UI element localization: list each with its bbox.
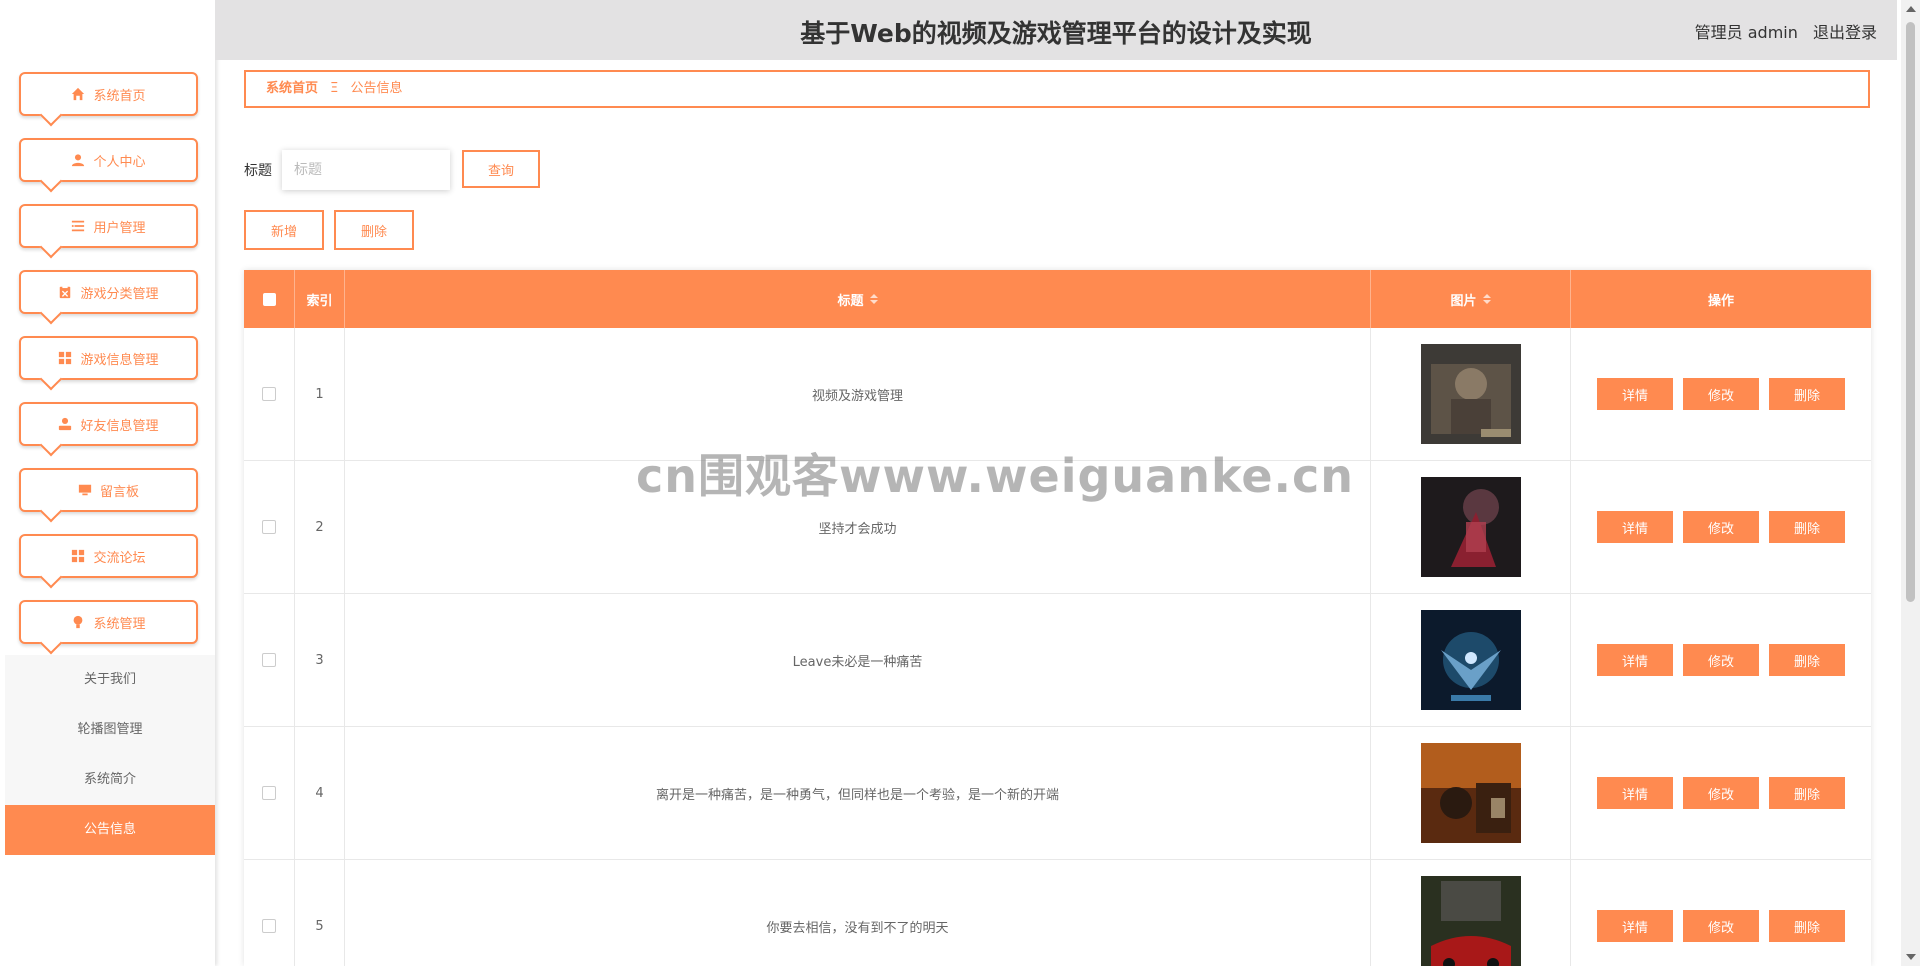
sort-icon[interactable] <box>869 294 878 304</box>
batch-delete-button[interactable]: 删除 <box>334 210 414 250</box>
sidebar-item-label: 游戏信息管理 <box>80 352 159 368</box>
submenu-item-announcements[interactable]: 公告信息 <box>5 805 215 855</box>
logout-link[interactable]: 退出登录 <box>1813 23 1877 42</box>
row-title: Leave未必是一种痛苦 <box>345 594 1371 726</box>
row-thumbnail <box>1420 610 1521 710</box>
search-input[interactable] <box>282 150 450 190</box>
system-submenu: 关于我们 轮播图管理 系统简介 公告信息 <box>5 655 215 855</box>
breadcrumb-current: 公告信息 <box>350 81 403 96</box>
row-checkbox[interactable] <box>262 387 276 401</box>
sidebar-item-message-board[interactable]: 留言板 <box>19 468 198 523</box>
table-row: 5 你要去相信，没有到不了的明天 详情 修改 删除 <box>244 860 1871 966</box>
sidebar-item-personal-center[interactable]: 个人中心 <box>19 138 198 193</box>
query-button[interactable]: 查询 <box>462 150 540 188</box>
table-row: 4 离开是一种痛苦，是一种勇气，但同样也是一个考验，是一个新的开端 详情 修改 … <box>244 727 1871 860</box>
add-button[interactable]: 新增 <box>244 210 324 250</box>
col-ops: 操作 <box>1707 293 1734 309</box>
home-icon <box>72 87 85 101</box>
submenu-item-carousel[interactable]: 轮播图管理 <box>5 705 215 755</box>
user-info: 管理员 admin 退出登录 <box>1685 19 1877 43</box>
row-thumbnail <box>1420 344 1521 444</box>
sidebar-item-user-management[interactable]: 用户管理 <box>19 204 198 259</box>
edit-button[interactable]: 修改 <box>1683 910 1759 942</box>
sidebar-item-label: 留言板 <box>99 484 139 500</box>
announcement-table: 索引 标题 图片 操作 1 视频及游戏管理 详情 修改 删除 2 坚持才会成功 … <box>244 270 1871 966</box>
grid-icon <box>72 549 85 563</box>
detail-button[interactable]: 详情 <box>1597 644 1673 676</box>
row-index: 1 <box>295 328 345 460</box>
page-title: 基于Web的视频及游戏管理平台的设计及实现 <box>800 19 1312 48</box>
detail-button[interactable]: 详情 <box>1597 378 1673 410</box>
scroll-down-icon[interactable] <box>1906 954 1916 960</box>
scrollbar-thumb[interactable] <box>1906 22 1915 602</box>
watermark: cn围观客www.weiguanke.cn <box>636 449 1355 503</box>
edit-button[interactable]: 修改 <box>1683 378 1759 410</box>
breadcrumb: 系统首页 Ξ 公告信息 <box>244 70 1870 108</box>
row-checkbox[interactable] <box>262 786 276 800</box>
top-header: 基于Web的视频及游戏管理平台的设计及实现 管理员 admin 退出登录 <box>215 0 1897 60</box>
sidebar-item-game-category[interactable]: 游戏分类管理 <box>19 270 198 325</box>
sidebar: 系统首页 个人中心 用户管理 游戏分类管理 游戏信息管理 好友信息管理 留言板 … <box>0 0 215 966</box>
edit-button[interactable]: 修改 <box>1683 777 1759 809</box>
row-title: 离开是一种痛苦，是一种勇气，但同样也是一个考验，是一个新的开端 <box>345 727 1371 859</box>
submenu-item-about-us[interactable]: 关于我们 <box>5 655 215 705</box>
sidebar-item-label: 好友信息管理 <box>80 418 159 434</box>
delete-button[interactable]: 删除 <box>1769 511 1845 543</box>
row-index: 2 <box>295 461 345 593</box>
detail-button[interactable]: 详情 <box>1597 910 1673 942</box>
grid-icon <box>59 351 72 365</box>
edit-button[interactable]: 修改 <box>1683 644 1759 676</box>
sidebar-item-forum[interactable]: 交流论坛 <box>19 534 198 589</box>
person-icon <box>59 417 72 431</box>
sidebar-item-friend-info[interactable]: 好友信息管理 <box>19 402 198 457</box>
col-title-label: 标题 <box>837 293 864 309</box>
row-checkbox[interactable] <box>262 653 276 667</box>
monitor-icon <box>78 484 92 496</box>
table-header: 索引 标题 图片 操作 <box>244 270 1871 328</box>
bulb-icon <box>74 615 83 629</box>
row-checkbox[interactable] <box>262 919 276 933</box>
search-label: 标题 <box>244 163 272 179</box>
delete-button[interactable]: 删除 <box>1769 910 1845 942</box>
col-image[interactable]: 图片 <box>1371 270 1571 328</box>
row-thumbnail <box>1420 743 1521 843</box>
detail-button[interactable]: 详情 <box>1597 511 1673 543</box>
col-index: 索引 <box>295 270 345 328</box>
col-image-label: 图片 <box>1450 293 1477 309</box>
row-title: 你要去相信，没有到不了的明天 <box>345 860 1371 966</box>
admin-label: 管理员 admin <box>1694 23 1798 42</box>
submenu-item-system-intro[interactable]: 系统简介 <box>5 755 215 805</box>
row-thumbnail <box>1420 876 1521 966</box>
delete-button[interactable]: 删除 <box>1769 378 1845 410</box>
sort-icon[interactable] <box>1482 294 1491 304</box>
select-all-checkbox[interactable] <box>262 292 276 306</box>
page-scrollbar[interactable] <box>1901 0 1920 966</box>
delete-button[interactable]: 删除 <box>1769 777 1845 809</box>
row-index: 4 <box>295 727 345 859</box>
delete-button[interactable]: 删除 <box>1769 644 1845 676</box>
edit-button[interactable]: 修改 <box>1683 511 1759 543</box>
scroll-up-icon[interactable] <box>1906 6 1916 12</box>
sidebar-item-system-management[interactable]: 系统管理 <box>19 600 198 655</box>
row-thumbnail <box>1420 477 1521 577</box>
sidebar-item-home[interactable]: 系统首页 <box>19 72 198 127</box>
sidebar-item-label: 系统首页 <box>93 88 146 104</box>
row-index: 5 <box>295 860 345 966</box>
list-icon <box>72 220 85 232</box>
sidebar-item-label: 用户管理 <box>93 220 146 236</box>
breadcrumb-separator: Ξ <box>330 81 339 96</box>
row-index: 3 <box>295 594 345 726</box>
sidebar-item-label: 系统管理 <box>93 616 146 632</box>
col-title[interactable]: 标题 <box>345 270 1371 328</box>
sidebar-item-game-info[interactable]: 游戏信息管理 <box>19 336 198 391</box>
detail-button[interactable]: 详情 <box>1597 777 1673 809</box>
breadcrumb-home[interactable]: 系统首页 <box>266 81 318 96</box>
sidebar-item-label: 游戏分类管理 <box>80 286 159 302</box>
row-checkbox[interactable] <box>262 520 276 534</box>
sidebar-item-label: 个人中心 <box>93 154 146 170</box>
sidebar-item-label: 交流论坛 <box>93 550 146 566</box>
table-row: 3 Leave未必是一种痛苦 详情 修改 删除 <box>244 594 1871 727</box>
clipboard-icon <box>60 285 71 299</box>
user-icon <box>72 154 85 167</box>
